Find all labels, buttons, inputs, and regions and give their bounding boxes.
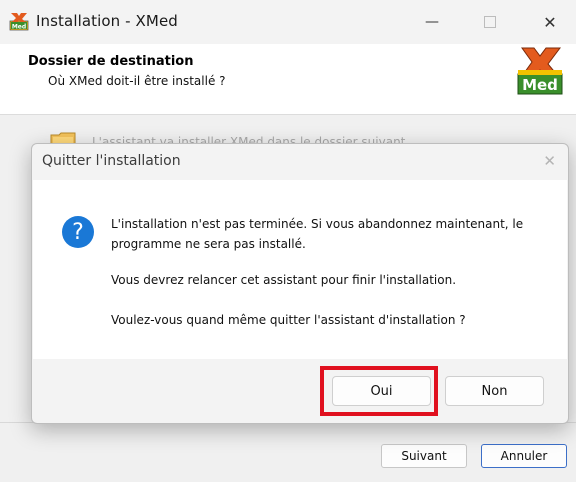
maximize-icon bbox=[484, 16, 496, 28]
window-title: Installation - XMed bbox=[36, 12, 178, 30]
svg-text:Med: Med bbox=[12, 24, 26, 31]
cancel-button[interactable]: Annuler bbox=[481, 444, 567, 468]
dialog-message-1: L'installation n'est pas terminée. Si vo… bbox=[111, 217, 524, 251]
xmed-logo: Med bbox=[517, 47, 563, 95]
no-button[interactable]: Non bbox=[445, 376, 544, 406]
dialog-title: Quitter l'installation bbox=[42, 153, 181, 169]
title-bar: Med Installation - XMed — ✕ bbox=[0, 0, 576, 44]
minimize-button[interactable]: — bbox=[408, 0, 456, 44]
dialog-content: ? L'installation n'est pas terminée. Si … bbox=[33, 180, 567, 359]
page-title: Dossier de destination bbox=[28, 54, 194, 69]
dialog-title-bar: Quitter l'installation ✕ bbox=[32, 144, 568, 180]
dialog-message-3: Voulez-vous quand même quitter l'assista… bbox=[111, 313, 466, 327]
xmed-app-icon: Med bbox=[9, 13, 29, 31]
minimize-icon: — bbox=[425, 14, 439, 30]
close-button[interactable]: ✕ bbox=[526, 0, 574, 44]
page-subtitle: Où XMed doit-il être installé ? bbox=[48, 74, 226, 88]
maximize-button[interactable] bbox=[466, 0, 514, 44]
quit-dialog: Quitter l'installation ✕ ? L'installatio… bbox=[31, 143, 569, 424]
logo-text: Med bbox=[522, 76, 558, 94]
close-icon: ✕ bbox=[543, 12, 557, 32]
highlight-box bbox=[320, 366, 438, 416]
question-icon: ? bbox=[62, 216, 94, 248]
wizard-header: Dossier de destination Où XMed doit-il ê… bbox=[0, 44, 576, 115]
dialog-message-2: Vous devrez relancer cet assistant pour … bbox=[111, 273, 457, 287]
next-button[interactable]: Suivant bbox=[381, 444, 467, 468]
dialog-close-icon[interactable]: ✕ bbox=[543, 152, 556, 170]
